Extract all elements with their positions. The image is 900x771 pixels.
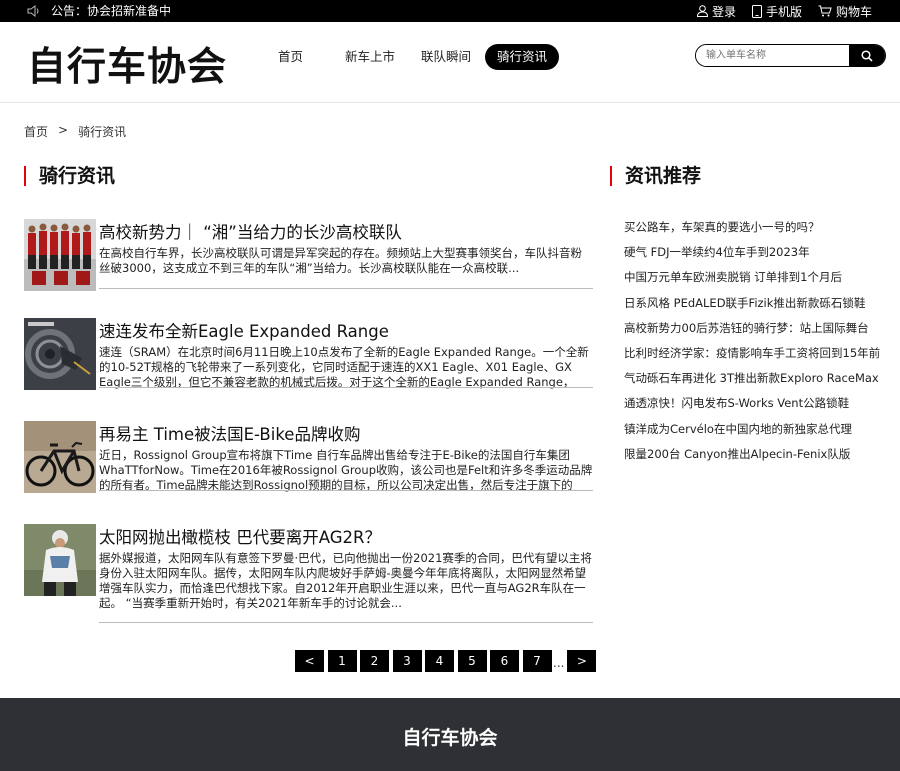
article-summary: 近日，Rossignol Group宣布将旗下Time 自行车品牌出售给专注于E… — [99, 448, 593, 492]
divider — [99, 490, 593, 491]
recommend-list: 买公路车，车架真的要选小一号的吗？ 硬气 FDJ一举续约4位车手到2023年 中… — [624, 218, 880, 470]
page-button-2[interactable]: 2 — [360, 650, 389, 672]
top-bar: 公告：协会招新准备中 登录 手机版 购物车 — [0, 0, 900, 22]
main-section-title: 骑行资讯 — [24, 165, 115, 187]
nav-new-bikes[interactable]: 新车上市 — [333, 44, 407, 70]
nav-team-moments[interactable]: 联队瞬间 — [409, 44, 483, 70]
site-header: 自行车协会 首页 新车上市 联队瞬间 骑行资讯 — [0, 22, 900, 103]
article-item: 太阳网抛出橄榄枝 巴代要离开AG2R？ 据外媒报道，太阳网车队有意签下罗曼·巴代… — [24, 524, 593, 623]
notice-text: 公告：协会招新准备中 — [51, 4, 172, 18]
article-item: 速连发布全新Eagle Expanded Range 速连（SRAM）在北京时间… — [24, 318, 593, 408]
page-button-7[interactable]: 7 — [522, 650, 552, 672]
recommend-item[interactable]: 气动砾石车再进化 3T推出新款Exploro RaceMax — [624, 369, 880, 394]
search-box — [695, 44, 886, 67]
article-item: 再易主 Time被法国E-Bike品牌收购 近日，Rossignol Group… — [24, 421, 593, 511]
article-thumbnail[interactable] — [24, 421, 96, 493]
cart-icon — [818, 5, 832, 17]
search-input[interactable] — [696, 45, 849, 66]
article-thumbnail[interactable] — [24, 524, 96, 596]
recommend-item[interactable]: 比利时经济学家：疫情影响车手工资将回到15年前 — [624, 344, 880, 369]
breadcrumb-current: 骑行资讯 — [78, 125, 127, 139]
phone-icon — [751, 4, 762, 18]
sidebar-section-title: 资讯推荐 — [610, 165, 701, 187]
search-icon — [861, 49, 873, 62]
login-label: 登录 — [711, 4, 736, 19]
article-title[interactable]: 再易主 Time被法国E-Bike品牌收购 — [99, 421, 360, 445]
user-icon — [696, 5, 708, 17]
recommend-item[interactable]: 高校新势力00后苏浩钰的骑行梦：站上国际舞台 — [624, 319, 880, 344]
main-nav: 首页 新车上市 联队瞬间 骑行资讯 — [266, 44, 561, 70]
article-summary: 速连（SRAM）在北京时间6月11日晚上10点发布了全新的Eagle Expan… — [99, 345, 589, 389]
page-button-4[interactable]: 4 — [425, 650, 454, 672]
recommend-item[interactable]: 日系风格 PEdALED联手Fizik推出新款砾石锁鞋 — [624, 294, 880, 319]
nav-riding-news[interactable]: 骑行资讯 — [485, 44, 560, 70]
login-link[interactable]: 登录 — [696, 3, 736, 20]
article-title[interactable]: 太阳网抛出橄榄枝 巴代要离开AG2R？ — [99, 524, 381, 548]
article-summary: 在高校自行车界，长沙高校联队可谓是异军突起的存在。频频站上大型赛事领奖台，车队抖… — [99, 246, 582, 275]
article-title[interactable]: 速连发布全新Eagle Expanded Range — [99, 318, 389, 342]
speaker-icon — [27, 5, 39, 17]
page-button-3[interactable]: 3 — [392, 650, 422, 672]
breadcrumb: 首页 > 骑行资讯 — [24, 123, 136, 140]
mobile-link[interactable]: 手机版 — [751, 3, 802, 20]
recommend-item[interactable]: 买公路车，车架真的要选小一号的吗？ — [624, 218, 880, 243]
page-button-6[interactable]: 6 — [490, 650, 519, 672]
article-title[interactable]: 高校新势力｜ “湘”当给力的长沙高校联队 — [99, 219, 402, 243]
notice: 公告：协会招新准备中 — [27, 0, 171, 22]
mobile-label: 手机版 — [765, 4, 802, 19]
article-summary: 据外媒报道，太阳网车队有意签下罗曼·巴代，已向他抛出一份2021赛季的合同，巴代… — [99, 551, 592, 610]
recommend-item[interactable]: 镇洋成为Cervélo在中国内地的新独家总代理 — [624, 420, 880, 445]
cart-label: 购物车 — [835, 4, 872, 19]
article-thumbnail[interactable] — [24, 318, 96, 390]
cart-link[interactable]: 购物车 — [818, 3, 872, 20]
recommend-item[interactable]: 中国万元单车欧洲卖脱销 订单排到1个月后 — [624, 268, 880, 293]
nav-home[interactable]: 首页 — [266, 44, 315, 70]
breadcrumb-separator: > — [58, 123, 69, 137]
pagination: < 1 2 3 4 5 6 7 ... > — [295, 650, 600, 672]
footer-title: 自行车协会 — [402, 727, 498, 749]
divider — [99, 288, 593, 289]
prev-page-button[interactable]: < — [295, 650, 324, 672]
breadcrumb-home[interactable]: 首页 — [24, 123, 48, 140]
recommend-item[interactable]: 硬气 FDJ一举续约4位车手到2023年 — [624, 243, 880, 268]
pagination-ellipsis: ... — [553, 656, 565, 670]
site-footer: 自行车协会 — [0, 698, 900, 771]
next-page-button[interactable]: > — [567, 650, 597, 672]
recommend-item[interactable]: 限量200台 Canyon推出Alpecin-Fenix队版 — [624, 445, 880, 470]
page-button-5[interactable]: 5 — [457, 650, 487, 672]
page-button-1[interactable]: 1 — [327, 650, 357, 672]
article-item: 高校新势力｜ “湘”当给力的长沙高校联队 在高校自行车界，长沙高校联队可谓是异军… — [24, 219, 593, 309]
divider — [99, 622, 593, 623]
recommend-item[interactable]: 通透凉快！闪电发布S-Works Vent公路锁鞋 — [624, 394, 880, 419]
article-thumbnail[interactable] — [24, 219, 96, 291]
site-logo[interactable]: 自行车协会 — [27, 36, 227, 92]
divider — [99, 387, 593, 388]
search-button[interactable] — [849, 45, 885, 66]
